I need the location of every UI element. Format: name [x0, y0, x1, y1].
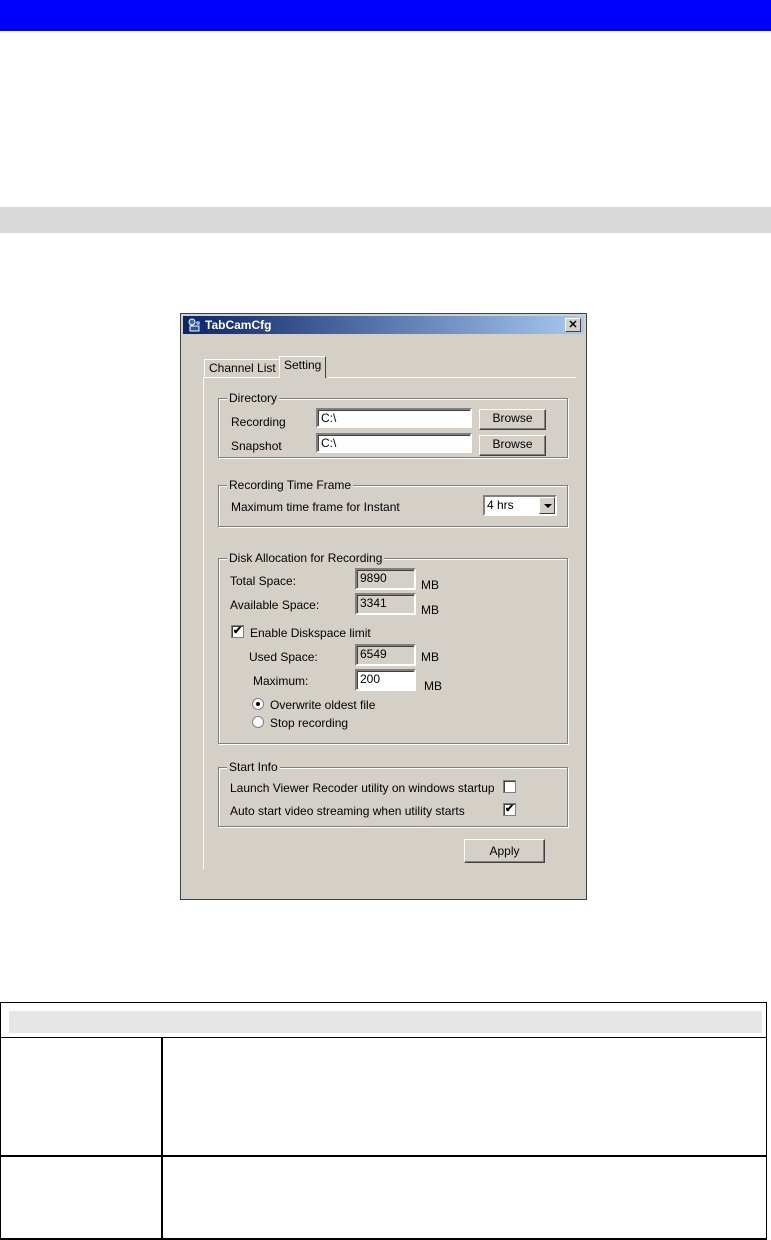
enable-diskspace-limit-label[interactable]: Enable Diskspace limit: [250, 626, 371, 640]
used-space-field: 6549: [355, 644, 416, 666]
apply-button[interactable]: Apply: [464, 839, 545, 863]
auto-start-streaming-label: Auto start video streaming when utility …: [230, 804, 465, 818]
title-bar[interactable]: TabCamCfg ✕: [183, 316, 584, 334]
disk-allocation-legend: Disk Allocation for Recording: [227, 551, 385, 565]
snapshot-label: Snapshot: [231, 439, 282, 453]
tab-setting[interactable]: Setting: [279, 356, 327, 378]
snapshot-path-input[interactable]: C:\: [316, 433, 472, 453]
table-header: [0, 1002, 767, 1038]
window-title: TabCamCfg: [205, 318, 272, 332]
stop-recording-label[interactable]: Stop recording: [270, 716, 348, 730]
total-space-unit: MB: [421, 578, 439, 592]
total-space-label: Total Space:: [230, 574, 297, 588]
tab-channel-list[interactable]: Channel List: [204, 359, 281, 377]
max-time-frame-value: 4 hrs: [487, 498, 514, 512]
table-header-fill: [9, 1011, 762, 1033]
check-icon: ✔: [504, 803, 515, 815]
start-info-group: Start Info: [218, 760, 568, 827]
launch-on-startup-checkbox[interactable]: [503, 780, 516, 793]
available-space-field: 3341: [355, 593, 416, 615]
recording-label: Recording: [231, 415, 286, 429]
close-button[interactable]: ✕: [565, 318, 581, 332]
maximum-unit: MB: [424, 679, 442, 693]
overwrite-oldest-label[interactable]: Overwrite oldest file: [270, 698, 375, 712]
directory-legend: Directory: [227, 391, 280, 405]
available-space-label: Available Space:: [230, 598, 320, 612]
recording-path-input[interactable]: C:\: [316, 408, 472, 428]
section-heading-bar: [0, 207, 771, 233]
max-time-frame-select[interactable]: 4 hrs: [483, 495, 557, 516]
tab-panel-top-edge: [328, 377, 576, 378]
used-space-label: Used Space:: [249, 650, 318, 664]
max-time-frame-label: Maximum time frame for Instant: [231, 500, 400, 514]
maximum-input[interactable]: 200: [355, 669, 416, 691]
camera-app-icon: [188, 318, 200, 332]
browse-recording-button[interactable]: Browse: [479, 409, 546, 430]
column-divider: [161, 1157, 163, 1238]
auto-start-streaming-checkbox[interactable]: ✔: [503, 803, 516, 816]
enable-diskspace-limit-checkbox[interactable]: ✔: [231, 625, 244, 638]
check-icon: ✔: [232, 625, 243, 637]
tab-panel-left-edge: [203, 377, 204, 869]
recording-time-frame-legend: Recording Time Frame: [227, 478, 354, 492]
table-row: [0, 1038, 767, 1157]
overwrite-oldest-radio[interactable]: [252, 698, 264, 710]
available-space-unit: MB: [421, 603, 439, 617]
dropdown-arrow-icon[interactable]: [539, 497, 555, 514]
launch-on-startup-label: Launch Viewer Recoder utility on windows…: [230, 781, 495, 795]
table-row: [0, 1157, 767, 1240]
browse-snapshot-button[interactable]: Browse: [479, 435, 546, 456]
stop-recording-radio[interactable]: [252, 716, 264, 728]
header-bar: [0, 0, 771, 31]
used-space-unit: MB: [421, 650, 439, 664]
maximum-label: Maximum:: [253, 674, 309, 688]
total-space-field: 9890: [355, 568, 416, 590]
column-divider: [161, 1038, 163, 1155]
tab-panel-top-edge-left: [203, 377, 279, 378]
close-icon: ✕: [568, 319, 578, 331]
start-info-legend: Start Info: [227, 760, 280, 774]
